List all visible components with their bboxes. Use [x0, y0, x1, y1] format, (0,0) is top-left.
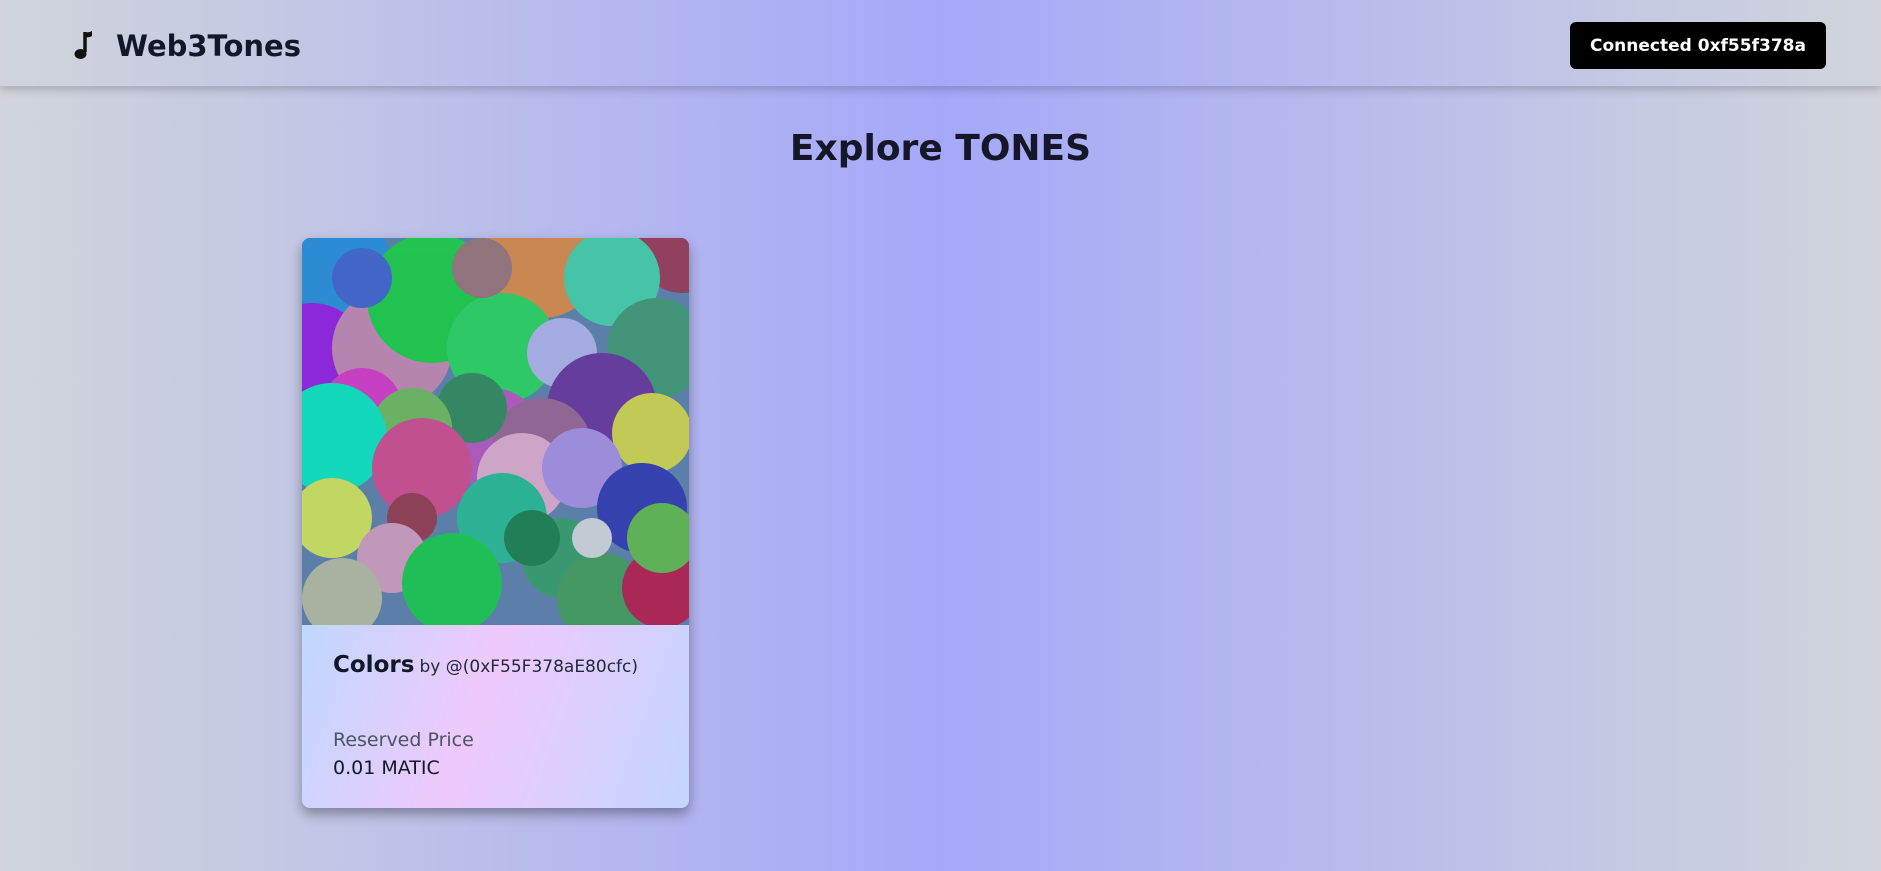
card-details: Colors by @(0xF55F378aE80cfc) Reserved P… — [302, 625, 689, 808]
card-title: Colors — [333, 652, 415, 678]
reserved-price-label: Reserved Price — [333, 729, 474, 751]
card-creator: by @(0xF55F378aE80cfc) — [419, 657, 639, 677]
connect-wallet-button[interactable]: Connected 0xf55f378a — [1570, 22, 1826, 69]
nft-artwork — [302, 238, 689, 625]
page-title: Explore TONES — [789, 128, 1092, 169]
card-title-line: Colors by @(0xF55F378aE80cfc) — [333, 652, 638, 678]
brand-name: Web3Tones — [116, 29, 301, 63]
music-note-icon — [74, 29, 96, 63]
nft-card[interactable]: Colors by @(0xF55F378aE80cfc) Reserved P… — [302, 238, 689, 808]
brand-link[interactable]: Web3Tones — [74, 26, 301, 66]
reserved-price-value: 0.01 MATIC — [333, 757, 440, 779]
navbar: Web3Tones Connected 0xf55f378a — [0, 0, 1881, 86]
